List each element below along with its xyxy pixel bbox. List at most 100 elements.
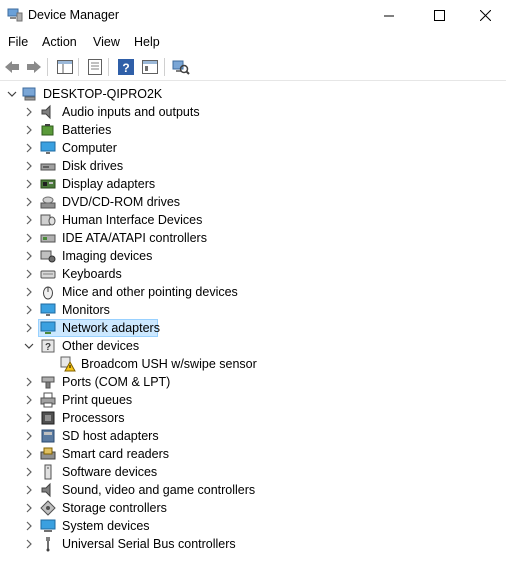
- monitor-icon: [40, 141, 56, 154]
- smart-card-reader-icon: [40, 447, 56, 460]
- tree-item-software-devices[interactable]: Software devices: [0, 463, 506, 481]
- human-interface-device-icon: [40, 214, 56, 226]
- tree-item-keyboards[interactable]: Keyboards: [0, 265, 506, 283]
- properties-icon: [88, 59, 102, 75]
- tree-item-label: Smart card readers: [62, 447, 169, 461]
- tree-item-label: Sound, video and game controllers: [62, 483, 256, 497]
- keyboard-icon: [40, 270, 56, 279]
- show-hide-console-tree-button[interactable]: [55, 57, 75, 77]
- tree-item-label: System devices: [62, 519, 150, 533]
- computer-icon: [22, 87, 36, 101]
- tree-item-usb-controllers[interactable]: Universal Serial Bus controllers: [0, 535, 506, 553]
- view-button[interactable]: [140, 57, 160, 77]
- display-adapter-icon: [40, 179, 56, 189]
- tree-item-label: IDE ATA/ATAPI controllers: [62, 231, 207, 245]
- scan-hardware-changes-button[interactable]: [171, 57, 191, 77]
- tree-item-batteries[interactable]: Batteries: [0, 121, 506, 139]
- sd-card-icon: [41, 429, 55, 443]
- menu-view[interactable]: View: [93, 35, 120, 49]
- tree-item-computer[interactable]: Computer: [0, 139, 506, 157]
- chevron-right-icon[interactable]: [23, 142, 35, 154]
- close-button[interactable]: [462, 0, 506, 31]
- tree-item-broadcom-ush[interactable]: Broadcom USH w/swipe sensor: [0, 355, 506, 373]
- chevron-right-icon[interactable]: [23, 106, 35, 118]
- tree-item-system-devices[interactable]: System devices: [0, 517, 506, 535]
- chevron-down-icon[interactable]: [6, 88, 18, 100]
- tree-item-ports[interactable]: Ports (COM & LPT): [0, 373, 506, 391]
- menu-file[interactable]: File: [8, 35, 28, 49]
- forward-button[interactable]: [24, 57, 44, 77]
- tree-item-label: Computer: [62, 141, 117, 155]
- chevron-right-icon[interactable]: [23, 196, 35, 208]
- maximize-icon: [433, 10, 445, 21]
- tree-item-monitors[interactable]: Monitors: [0, 301, 506, 319]
- title-bar: Device Manager: [0, 0, 506, 31]
- tree-item-mice[interactable]: Mice and other pointing devices: [0, 283, 506, 301]
- speaker-icon: [41, 482, 51, 498]
- disk-drive-icon: [40, 163, 56, 171]
- chevron-right-icon[interactable]: [23, 376, 35, 388]
- tree-item-smart-card[interactable]: Smart card readers: [0, 445, 506, 463]
- chevron-right-icon[interactable]: [23, 394, 35, 406]
- chevron-down-icon[interactable]: [23, 340, 35, 352]
- properties-button[interactable]: [85, 57, 105, 77]
- device-manager-icon: [7, 8, 23, 22]
- device-tree: DESKTOP-QIPRO2K Audio inputs and outputs…: [0, 81, 506, 579]
- tree-root[interactable]: DESKTOP-QIPRO2K: [0, 85, 506, 103]
- tree-item-label: Disk drives: [62, 159, 124, 173]
- chevron-right-icon[interactable]: [23, 214, 35, 226]
- dvd-drive-icon: [40, 196, 56, 209]
- tree-item-sound-video[interactable]: Sound, video and game controllers: [0, 481, 506, 499]
- tree-item-audio[interactable]: Audio inputs and outputs: [0, 103, 506, 121]
- chevron-right-icon[interactable]: [23, 124, 35, 136]
- tree-item-display-adapters[interactable]: Display adapters: [0, 175, 506, 193]
- chevron-right-icon[interactable]: [23, 304, 35, 316]
- tree-item-processors[interactable]: Processors: [0, 409, 506, 427]
- tree-item-network-adapters[interactable]: Network adapters: [0, 319, 506, 337]
- speaker-icon: [41, 104, 51, 120]
- toolbar-separator: [108, 58, 109, 76]
- tree-item-label: Batteries: [62, 123, 112, 137]
- chevron-right-icon[interactable]: [23, 466, 35, 478]
- chevron-right-icon[interactable]: [23, 322, 35, 334]
- chevron-right-icon[interactable]: [23, 286, 35, 298]
- chevron-right-icon[interactable]: [23, 430, 35, 442]
- menu-help[interactable]: Help: [134, 35, 160, 49]
- chevron-right-icon[interactable]: [23, 520, 35, 532]
- chevron-right-icon[interactable]: [23, 232, 35, 244]
- help-button[interactable]: ?: [116, 57, 136, 77]
- tree-item-label: Broadcom USH w/swipe sensor: [81, 357, 257, 371]
- chevron-right-icon[interactable]: [23, 502, 35, 514]
- chevron-right-icon[interactable]: [23, 178, 35, 190]
- svg-text:?: ?: [122, 61, 129, 75]
- tree-item-imaging[interactable]: Imaging devices: [0, 247, 506, 265]
- tree-item-ide-ata[interactable]: IDE ATA/ATAPI controllers: [0, 229, 506, 247]
- back-button[interactable]: [2, 57, 22, 77]
- chevron-right-icon[interactable]: [23, 250, 35, 262]
- tree-item-disk-drives[interactable]: Disk drives: [0, 157, 506, 175]
- root-label: DESKTOP-QIPRO2K: [43, 87, 163, 101]
- tree-item-other-devices[interactable]: ? Other devices: [0, 337, 506, 355]
- chevron-right-icon[interactable]: [23, 484, 35, 496]
- tree-item-label: DVD/CD-ROM drives: [62, 195, 181, 209]
- window-view-icon: [142, 60, 158, 74]
- tree-item-storage-controllers[interactable]: Storage controllers: [0, 499, 506, 517]
- chevron-right-icon[interactable]: [23, 160, 35, 172]
- tree-item-print-queues[interactable]: Print queues: [0, 391, 506, 409]
- tree-item-label: Print queues: [62, 393, 133, 407]
- maximize-button[interactable]: [416, 0, 462, 31]
- toolbar-separator: [47, 58, 48, 76]
- chevron-right-icon[interactable]: [23, 538, 35, 550]
- chevron-right-icon[interactable]: [23, 448, 35, 460]
- tree-item-hid[interactable]: Human Interface Devices: [0, 211, 506, 229]
- storage-controller-icon: [40, 500, 56, 516]
- menu-action[interactable]: Action: [42, 35, 77, 49]
- chevron-right-icon[interactable]: [23, 412, 35, 424]
- tree-item-dvd-drives[interactable]: DVD/CD-ROM drives: [0, 193, 506, 211]
- tree-item-sd-host[interactable]: SD host adapters: [0, 427, 506, 445]
- tree-item-label: Ports (COM & LPT): [62, 375, 171, 389]
- chevron-right-icon[interactable]: [23, 268, 35, 280]
- minimize-button[interactable]: [366, 0, 412, 31]
- tree-item-label: Software devices: [62, 465, 158, 479]
- tree-item-label: SD host adapters: [62, 429, 159, 443]
